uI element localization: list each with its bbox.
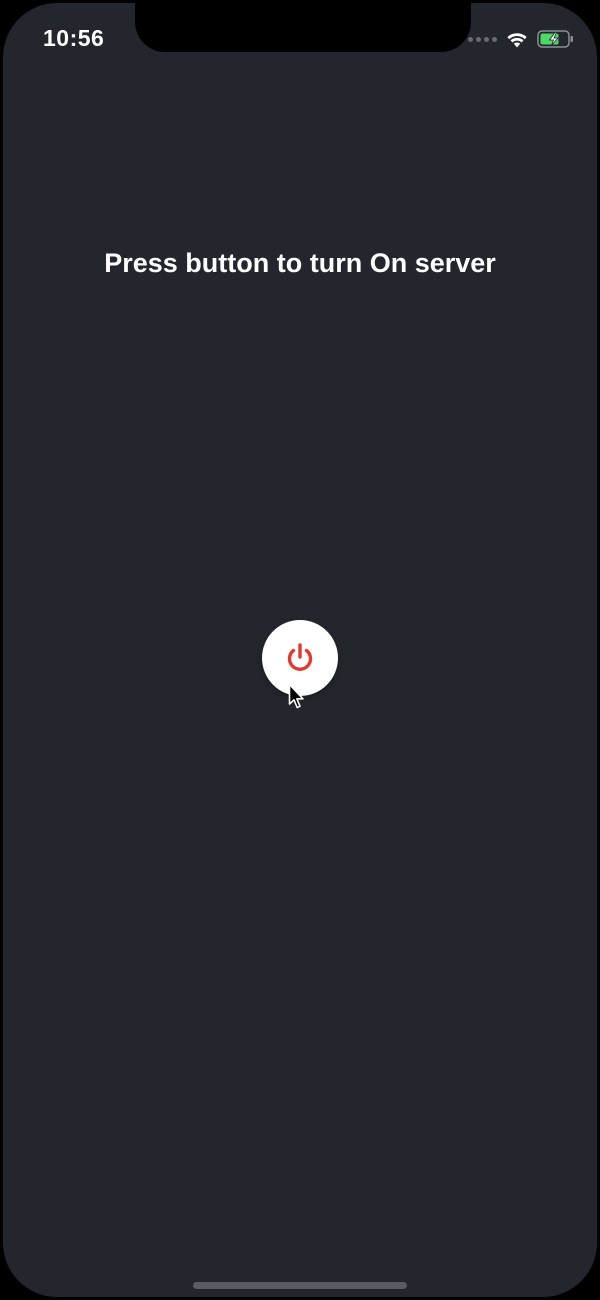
home-indicator[interactable] xyxy=(193,1282,407,1289)
battery-charging-icon xyxy=(537,30,573,48)
status-time: 10:56 xyxy=(43,25,105,51)
app-screen: 10:56 Press button to turn On server xyxy=(3,3,597,1297)
signal-dots-icon xyxy=(468,36,497,42)
page-title: Press button to turn On server xyxy=(104,248,496,278)
power-icon xyxy=(287,643,313,671)
device-frame: 10:56 Press button to turn On server xyxy=(0,0,600,1300)
device-notch xyxy=(135,3,471,52)
status-icons xyxy=(468,27,575,51)
wifi-icon xyxy=(507,33,527,48)
mouse-cursor-icon xyxy=(288,683,304,709)
